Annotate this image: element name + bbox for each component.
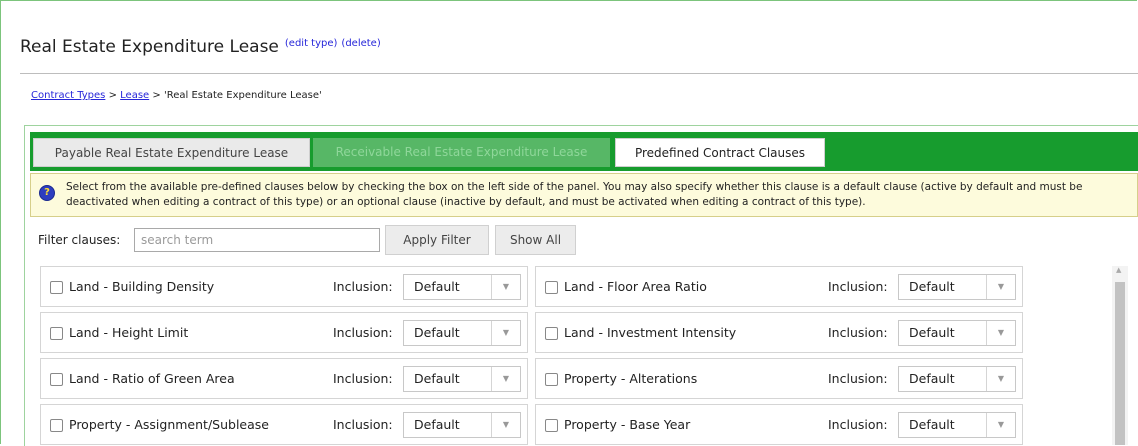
chevron-down-icon: ▼ bbox=[491, 367, 520, 391]
chevron-down-icon: ▼ bbox=[986, 413, 1015, 437]
show-all-button[interactable]: Show All bbox=[495, 225, 576, 255]
clause-item: Property - Assignment/Sublease Inclusion… bbox=[40, 404, 528, 445]
page-title: Real Estate Expenditure Lease bbox=[20, 37, 279, 57]
filter-label: Filter clauses: bbox=[38, 233, 121, 247]
scrollbar-thumb[interactable] bbox=[1115, 282, 1125, 445]
clause-list: Land - Building Density Inclusion: Defau… bbox=[40, 266, 1115, 445]
inclusion-label: Inclusion: bbox=[333, 371, 393, 386]
inclusion-select[interactable]: Default ▼ bbox=[403, 366, 521, 392]
inclusion-value: Default bbox=[909, 417, 955, 432]
clause-item: Land - Building Density Inclusion: Defau… bbox=[40, 266, 528, 307]
breadcrumb-current: 'Real Estate Expenditure Lease' bbox=[163, 90, 322, 101]
clause-list-scrollbar[interactable]: ▲ bbox=[1112, 266, 1128, 445]
clause-item: Land - Height Limit Inclusion: Default ▼ bbox=[40, 312, 528, 353]
inclusion-select[interactable]: Default ▼ bbox=[403, 274, 521, 300]
clause-checkbox[interactable] bbox=[545, 281, 558, 294]
tab-receivable-lease[interactable]: Receivable Real Estate Expenditure Lease bbox=[313, 138, 610, 167]
clause-name: Land - Building Density bbox=[69, 279, 215, 294]
inclusion-label: Inclusion: bbox=[828, 279, 888, 294]
clause-name: Property - Base Year bbox=[564, 417, 691, 432]
inclusion-value: Default bbox=[909, 325, 955, 340]
inclusion-value: Default bbox=[414, 325, 460, 340]
inclusion-label: Inclusion: bbox=[828, 325, 888, 340]
tab-bar: Payable Real Estate Expenditure Lease Re… bbox=[30, 132, 1138, 171]
inclusion-select[interactable]: Default ▼ bbox=[898, 366, 1016, 392]
clause-name: Property - Alterations bbox=[564, 371, 698, 386]
clause-name: Land - Height Limit bbox=[69, 325, 189, 340]
clause-checkbox[interactable] bbox=[545, 373, 558, 386]
inclusion-label: Inclusion: bbox=[333, 325, 393, 340]
clause-checkbox[interactable] bbox=[50, 373, 63, 386]
inclusion-select[interactable]: Default ▼ bbox=[898, 320, 1016, 346]
title-divider bbox=[20, 73, 1138, 74]
clause-checkbox[interactable] bbox=[50, 327, 63, 340]
clause-checkbox[interactable] bbox=[50, 281, 63, 294]
inclusion-label: Inclusion: bbox=[828, 417, 888, 432]
title-row: Real Estate Expenditure Lease (edit type… bbox=[20, 37, 381, 63]
clause-checkbox[interactable] bbox=[545, 327, 558, 340]
chevron-down-icon: ▼ bbox=[986, 321, 1015, 345]
chevron-down-icon: ▼ bbox=[491, 275, 520, 299]
chevron-down-icon: ▼ bbox=[986, 367, 1015, 391]
inclusion-label: Inclusion: bbox=[333, 417, 393, 432]
clause-item: Land - Floor Area Ratio Inclusion: Defau… bbox=[535, 266, 1023, 307]
inclusion-select[interactable]: Default ▼ bbox=[403, 412, 521, 438]
breadcrumb-lease[interactable]: Lease bbox=[120, 90, 149, 101]
inclusion-value: Default bbox=[414, 279, 460, 294]
apply-filter-button[interactable]: Apply Filter bbox=[385, 225, 489, 255]
info-text: Select from the available pre-defined cl… bbox=[66, 181, 1083, 208]
inclusion-value: Default bbox=[414, 417, 460, 432]
chevron-down-icon: ▼ bbox=[986, 275, 1015, 299]
filter-search-input[interactable] bbox=[134, 228, 380, 252]
tab-payable-lease[interactable]: Payable Real Estate Expenditure Lease bbox=[33, 138, 310, 167]
edit-type-link[interactable]: (edit type) bbox=[285, 38, 338, 49]
breadcrumb-contract-types[interactable]: Contract Types bbox=[31, 90, 105, 101]
clause-item: Land - Investment Intensity Inclusion: D… bbox=[535, 312, 1023, 353]
delete-link[interactable]: (delete) bbox=[341, 38, 380, 49]
breadcrumb-separator: > bbox=[108, 90, 117, 101]
inclusion-label: Inclusion: bbox=[333, 279, 393, 294]
chevron-down-icon: ▼ bbox=[491, 321, 520, 345]
clause-item: Land - Ratio of Green Area Inclusion: De… bbox=[40, 358, 528, 399]
scroll-up-icon[interactable]: ▲ bbox=[1116, 266, 1121, 274]
clause-checkbox[interactable] bbox=[50, 419, 63, 432]
inclusion-label: Inclusion: bbox=[828, 371, 888, 386]
clause-name: Land - Floor Area Ratio bbox=[564, 279, 707, 294]
chevron-down-icon: ▼ bbox=[491, 413, 520, 437]
tab-predefined-clauses[interactable]: Predefined Contract Clauses bbox=[615, 138, 825, 167]
clause-checkbox[interactable] bbox=[545, 419, 558, 432]
clause-name: Land - Investment Intensity bbox=[564, 325, 737, 340]
clause-item: Property - Alterations Inclusion: Defaul… bbox=[535, 358, 1023, 399]
clause-name: Land - Ratio of Green Area bbox=[69, 371, 235, 386]
inclusion-select[interactable]: Default ▼ bbox=[403, 320, 521, 346]
clause-item: Property - Base Year Inclusion: Default … bbox=[535, 404, 1023, 445]
clause-name: Property - Assignment/Sublease bbox=[69, 417, 269, 432]
inclusion-value: Default bbox=[414, 371, 460, 386]
inclusion-value: Default bbox=[909, 371, 955, 386]
inclusion-value: Default bbox=[909, 279, 955, 294]
breadcrumb-separator: > bbox=[152, 90, 161, 101]
question-icon: ? bbox=[39, 185, 55, 201]
breadcrumb: Contract Types > Lease > 'Real Estate Ex… bbox=[31, 90, 322, 101]
inclusion-select[interactable]: Default ▼ bbox=[898, 274, 1016, 300]
inclusion-select[interactable]: Default ▼ bbox=[898, 412, 1016, 438]
info-box: ? Select from the available pre-defined … bbox=[30, 173, 1138, 217]
